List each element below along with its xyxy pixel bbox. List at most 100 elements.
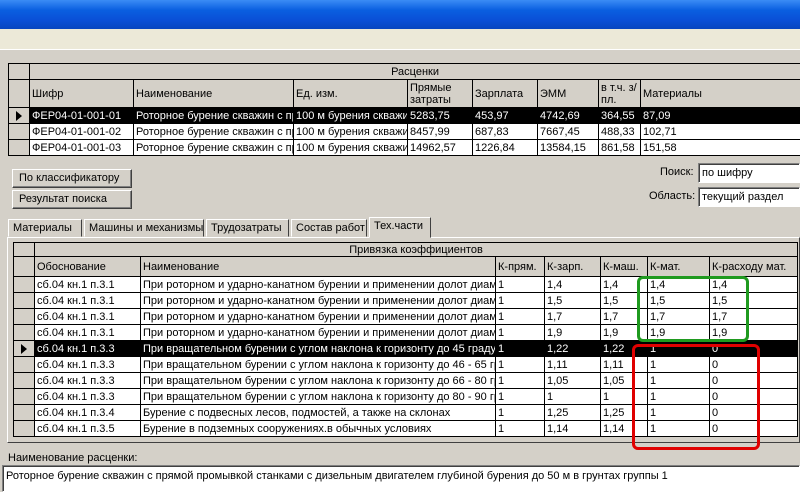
coefficient-row[interactable]: сб.04 кн.1 п.3.3 При вращательном бурении… bbox=[13, 372, 799, 389]
coefficient-cell[interactable]: 1,5 bbox=[600, 292, 648, 309]
search-result-button[interactable]: Результат поиска bbox=[12, 190, 132, 209]
coefficient-cell[interactable]: При роторном и ударно-канатном бурении и… bbox=[140, 292, 496, 309]
rates-cell[interactable]: ФЕР04-01-001-03 bbox=[29, 139, 134, 156]
coefficient-cell[interactable]: 1 bbox=[495, 356, 545, 373]
rates-cell[interactable]: 453,97 bbox=[472, 107, 538, 124]
coefficient-row[interactable]: сб.04 кн.1 п.3.5 Бурение в подземных соор… bbox=[13, 420, 799, 437]
coefficient-cell[interactable]: 0 bbox=[708, 420, 799, 437]
coef-col-header[interactable]: Обоснование bbox=[34, 256, 141, 277]
coefficient-cell[interactable]: При роторном и ударно-канатном бурении и… bbox=[140, 324, 496, 341]
rates-cell[interactable]: 151,58 bbox=[639, 139, 800, 156]
coefficient-cell[interactable]: сб.04 кн.1 п.3.1 bbox=[34, 308, 141, 325]
rates-col-header[interactable]: Шифр bbox=[29, 79, 134, 108]
coefficient-cell[interactable]: 1,11 bbox=[544, 356, 601, 373]
coefficient-cell[interactable]: 1 bbox=[647, 388, 710, 405]
coefficient-cell[interactable]: 1,5 bbox=[708, 292, 799, 309]
coefficient-cell[interactable]: 1 bbox=[600, 388, 648, 405]
coefficient-row[interactable]: сб.04 кн.1 п.3.3 При вращательном бурении… bbox=[13, 388, 799, 405]
coefficient-cell[interactable]: 0 bbox=[708, 340, 799, 357]
rates-cell[interactable]: 100 м бурения скважин bbox=[293, 139, 408, 156]
coefficient-row[interactable]: сб.04 кн.1 п.3.3 При вращательном бурении… bbox=[13, 356, 799, 373]
coefficient-cell[interactable]: 1,25 bbox=[544, 404, 601, 421]
coefficient-cell[interactable]: 1 bbox=[647, 356, 710, 373]
coefficient-cell[interactable]: 1,9 bbox=[600, 324, 648, 341]
coefficient-cell[interactable]: 1,4 bbox=[544, 276, 601, 293]
coefficient-cell[interactable]: 0 bbox=[708, 372, 799, 389]
coefficient-cell[interactable]: 1,4 bbox=[708, 276, 799, 293]
rates-cell[interactable]: 100 м бурения скважин bbox=[293, 107, 408, 124]
rates-cell[interactable]: 687,83 bbox=[472, 123, 538, 140]
window-title-bar[interactable] bbox=[0, 0, 800, 29]
tab-2[interactable]: Трудозатраты bbox=[206, 219, 289, 237]
rates-cell[interactable]: 13584,15 bbox=[537, 139, 599, 156]
rates-col-header[interactable]: Ед. изм. bbox=[293, 79, 408, 108]
coefficient-row[interactable]: сб.04 кн.1 п.3.1 При роторном и ударно-ка… bbox=[13, 324, 799, 341]
coefficient-cell[interactable]: 1,05 bbox=[600, 372, 648, 389]
coef-col-header[interactable]: К-расходу мат. bbox=[708, 256, 799, 277]
coef-col-header[interactable]: К-мат. bbox=[647, 256, 710, 277]
coefficient-cell[interactable]: 1,4 bbox=[647, 276, 710, 293]
rates-cell[interactable]: Роторное бурение скважин с прямой промыв… bbox=[133, 139, 294, 156]
rates-cell[interactable]: 14962,57 bbox=[407, 139, 473, 156]
rates-row[interactable]: ФЕР04-01-001-03 Роторное бурение скважин … bbox=[8, 139, 800, 156]
coefficient-cell[interactable]: 1 bbox=[495, 292, 545, 309]
coefficient-row[interactable]: сб.04 кн.1 п.3.1 При роторном и ударно-ка… bbox=[13, 276, 799, 293]
coefficient-cell[interactable]: 1 bbox=[647, 340, 710, 357]
coef-col-header[interactable]: Наименование bbox=[140, 256, 496, 277]
rates-cell[interactable]: 5283,75 bbox=[407, 107, 473, 124]
coefficient-cell[interactable]: сб.04 кн.1 п.3.1 bbox=[34, 276, 141, 293]
coefficient-cell[interactable]: 1,14 bbox=[544, 420, 601, 437]
coefficient-cell[interactable]: 1,7 bbox=[544, 308, 601, 325]
coefficient-cell[interactable]: 1 bbox=[495, 276, 545, 293]
coefficient-cell[interactable]: сб.04 кн.1 п.3.3 bbox=[34, 340, 141, 357]
rates-cell[interactable]: ФЕР04-01-001-02 bbox=[29, 123, 134, 140]
rates-cell[interactable]: 488,33 bbox=[598, 123, 641, 140]
rates-cell[interactable]: 8457,99 bbox=[407, 123, 473, 140]
rates-row[interactable]: ФЕР04-01-001-01 Роторное бурение скважин … bbox=[8, 107, 800, 124]
coefficient-cell[interactable]: При роторном и ударно-канатном бурении и… bbox=[140, 276, 496, 293]
by-classifier-button[interactable]: По классификатору bbox=[12, 169, 132, 188]
coefficient-cell[interactable]: 1,5 bbox=[544, 292, 601, 309]
rates-cell[interactable]: 7667,45 bbox=[537, 123, 599, 140]
coefficient-cell[interactable]: 1,14 bbox=[600, 420, 648, 437]
rates-col-header[interactable]: Прямые затраты bbox=[407, 79, 473, 108]
coefficient-cell[interactable]: 1,7 bbox=[708, 308, 799, 325]
rates-cell[interactable]: ФЕР04-01-001-01 bbox=[29, 107, 134, 124]
coefficient-cell[interactable]: сб.04 кн.1 п.3.3 bbox=[34, 372, 141, 389]
coefficient-cell[interactable]: 1 bbox=[647, 372, 710, 389]
coefficient-row[interactable]: сб.04 кн.1 п.3.1 При роторном и ударно-ка… bbox=[13, 292, 799, 309]
coefficient-cell[interactable]: 0 bbox=[708, 388, 799, 405]
search-mode-field[interactable]: по шифру bbox=[698, 163, 800, 183]
rates-col-header[interactable]: Материалы bbox=[639, 79, 800, 108]
rates-col-header[interactable]: Зарплата bbox=[472, 79, 538, 108]
tab-3[interactable]: Состав работ bbox=[291, 219, 367, 237]
coefficient-cell[interactable]: 1 bbox=[495, 324, 545, 341]
coefficient-cell[interactable]: 1,7 bbox=[600, 308, 648, 325]
coefficient-cell[interactable]: 1,25 bbox=[600, 404, 648, 421]
tab-1[interactable]: Машины и механизмы bbox=[84, 219, 204, 237]
coefficient-cell[interactable]: При вращательном бурении с углом наклона… bbox=[140, 372, 496, 389]
coefficient-cell[interactable]: 1,7 bbox=[647, 308, 710, 325]
coef-col-header[interactable]: К-маш. bbox=[600, 256, 648, 277]
coefficient-cell[interactable]: При роторном и ударно-канатном бурении и… bbox=[140, 308, 496, 325]
coefficient-cell[interactable]: 1,9 bbox=[647, 324, 710, 341]
coefficient-cell[interactable]: 0 bbox=[708, 404, 799, 421]
coefficient-cell[interactable]: сб.04 кн.1 п.3.1 bbox=[34, 324, 141, 341]
rates-cell[interactable]: 364,55 bbox=[598, 107, 641, 124]
coefficient-cell[interactable]: 1 bbox=[495, 372, 545, 389]
coefficient-row[interactable]: сб.04 кн.1 п.3.4 Бурение с подвесных лесо… bbox=[13, 404, 799, 421]
coef-col-header[interactable]: К-зарп. bbox=[544, 256, 601, 277]
coefficient-cell[interactable]: 1 bbox=[495, 340, 545, 357]
rates-cell[interactable]: 100 м бурения скважин bbox=[293, 123, 408, 140]
coefficient-cell[interactable]: 1 bbox=[495, 420, 545, 437]
coefficient-cell[interactable]: При вращательном бурении с углом наклона… bbox=[140, 388, 496, 405]
coefficient-cell[interactable]: 1 bbox=[495, 404, 545, 421]
area-field[interactable]: текущий раздел bbox=[698, 187, 800, 207]
coefficient-cell[interactable]: 1,4 bbox=[600, 276, 648, 293]
rates-row[interactable]: ФЕР04-01-001-02 Роторное бурение скважин … bbox=[8, 123, 800, 140]
coefficient-cell[interactable]: 1 bbox=[647, 404, 710, 421]
coefficient-cell[interactable]: 0 bbox=[708, 356, 799, 373]
rates-cell[interactable]: 4742,69 bbox=[537, 107, 599, 124]
rates-col-header[interactable]: ЭММ bbox=[537, 79, 599, 108]
rates-cell[interactable]: 102,71 bbox=[639, 123, 800, 140]
